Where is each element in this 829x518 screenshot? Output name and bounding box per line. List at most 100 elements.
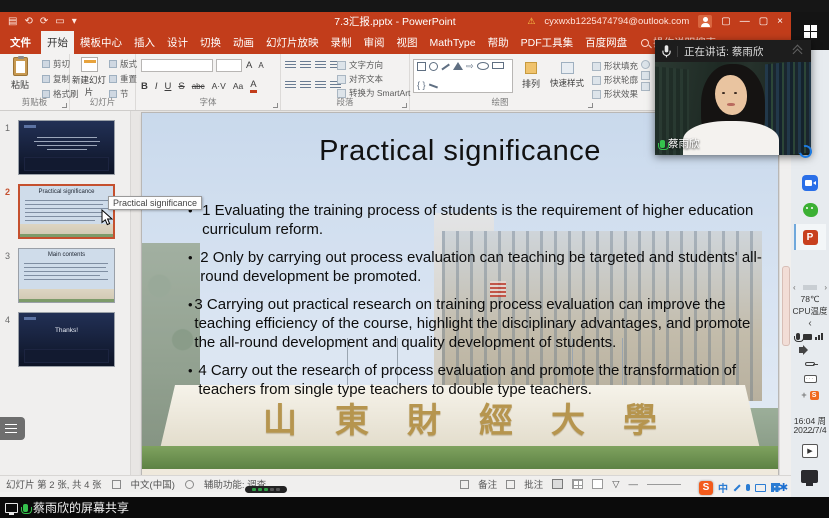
font-dialog-launcher[interactable]	[273, 103, 278, 108]
new-slide-button[interactable]: 新建幻灯片	[71, 57, 107, 98]
tab-baidu-netdisk[interactable]: 百度网盘	[579, 31, 633, 54]
zoom-out-button[interactable]: —	[629, 479, 639, 490]
minimize-button[interactable]: —	[740, 16, 750, 27]
account-avatar[interactable]	[698, 15, 712, 28]
scroll-right-icon[interactable]: ›	[824, 283, 827, 292]
undo-icon[interactable]: ⟲	[24, 17, 32, 27]
tab-slideshow[interactable]: 幻灯片放映	[260, 31, 325, 54]
select-icon[interactable]	[641, 82, 650, 91]
toolbox-icon[interactable]	[771, 483, 780, 492]
slide-canvas[interactable]: 山東財經大學 Practical significance •1 Evaluat…	[142, 113, 778, 477]
slideshow-view-button[interactable]: ▽	[612, 479, 619, 490]
bold-button[interactable]: B	[141, 81, 148, 92]
tray-signal-icon[interactable]	[815, 333, 824, 340]
slide-body-text[interactable]: •1 Evaluating the training process of st…	[188, 201, 766, 408]
webcam-video[interactable]: 蔡雨欣	[655, 62, 811, 155]
align-center-icon[interactable]	[300, 80, 311, 89]
tab-animations[interactable]: 动画	[227, 31, 260, 54]
tab-design[interactable]: 设计	[161, 31, 194, 54]
language-indicator[interactable]: 中文(中国)	[131, 477, 175, 491]
shape-brace-icon[interactable]: { }	[417, 81, 426, 90]
tab-review[interactable]: 审阅	[358, 31, 391, 54]
change-case-icon[interactable]: Aa	[233, 81, 243, 91]
numbering-icon[interactable]	[300, 60, 311, 69]
shape-triangle-icon[interactable]	[453, 62, 463, 70]
shape-arrow-icon[interactable]: ⇨	[466, 62, 474, 71]
tray-camera-icon[interactable]	[803, 334, 812, 340]
clipboard-dialog-launcher[interactable]	[62, 103, 67, 108]
vertical-scrollbar[interactable]	[779, 111, 791, 492]
slide-thumbnail-3[interactable]: Main contents	[18, 248, 115, 303]
tab-pdf-tools[interactable]: PDF工具集	[515, 31, 580, 54]
taskbar-corner-icon[interactable]: ✱	[779, 481, 788, 494]
slide-thumbnail-1[interactable]	[18, 120, 115, 175]
decrease-indent-icon[interactable]	[315, 60, 326, 69]
qat-dropdown-icon[interactable]: ▾	[72, 17, 77, 27]
display-tray-icon[interactable]	[801, 470, 818, 483]
meeting-sidebar-toggle[interactable]	[0, 417, 25, 440]
scrollbar-thumb[interactable]	[782, 266, 790, 346]
taskbar-wechat-app[interactable]	[794, 197, 826, 223]
italic-button[interactable]: I	[155, 81, 158, 92]
find-icon[interactable]	[641, 60, 650, 69]
taskbar-meeting-app[interactable]	[794, 170, 826, 196]
slide-thumbnail-4[interactable]: Thanks!	[18, 312, 115, 367]
comments-button[interactable]: 批注	[524, 477, 543, 491]
paragraph-dialog-launcher[interactable]	[402, 103, 407, 108]
tray-ime-icon[interactable]: ···	[804, 375, 817, 383]
paste-button[interactable]: 粘贴	[0, 57, 40, 91]
shape-effects-button[interactable]: 形状效果	[592, 88, 638, 100]
tab-transitions[interactable]: 切换	[194, 31, 227, 54]
soft-keyboard-icon[interactable]	[755, 484, 766, 492]
quick-styles-button[interactable]: 快速样式	[546, 62, 588, 89]
tab-mathtype[interactable]: MathType	[424, 31, 482, 54]
tray-sogou-icon[interactable]: S	[810, 391, 819, 400]
close-button[interactable]: ×	[777, 16, 783, 27]
character-spacing-icon[interactable]: A·V	[212, 81, 226, 91]
reading-view-button[interactable]	[592, 479, 603, 489]
drawing-dialog-launcher[interactable]	[588, 103, 593, 108]
maximize-button[interactable]: ▢	[759, 16, 768, 27]
shape-rect-icon[interactable]	[492, 62, 504, 69]
shapes-gallery[interactable]: ⇨ { }	[413, 59, 513, 93]
slide-sorter-view-button[interactable]	[572, 479, 583, 489]
taskbar-powerpoint-app[interactable]: P	[794, 224, 826, 250]
tab-file[interactable]: 文件	[0, 31, 41, 54]
notes-button[interactable]: 备注	[478, 477, 497, 491]
clear-format-icon[interactable]: abc	[192, 82, 205, 91]
replace-icon[interactable]	[641, 71, 650, 80]
save-icon[interactable]: ▤	[8, 17, 17, 27]
redo-icon[interactable]: ⟳	[40, 17, 48, 27]
text-direction-button[interactable]: 文字方向	[337, 59, 410, 71]
webcam-panel[interactable]: 正在讲话: 蔡雨欣 蔡雨欣	[655, 40, 811, 155]
tab-insert[interactable]: 插入	[128, 31, 161, 54]
arrange-button[interactable]: 排列	[518, 62, 544, 90]
scroll-left-icon[interactable]: ‹	[793, 283, 796, 292]
shape-circle-icon[interactable]	[429, 62, 438, 71]
shape-square-icon[interactable]	[417, 62, 426, 71]
tab-template-center[interactable]: 模板中心	[74, 31, 128, 54]
media-play-tray-icon[interactable]: ▶	[802, 444, 818, 458]
start-slideshow-icon[interactable]: ▭	[55, 17, 64, 27]
shape-oval-icon[interactable]	[477, 62, 489, 70]
tray-mic-icon[interactable]	[796, 333, 800, 340]
shape-line-icon[interactable]	[441, 64, 449, 70]
shape-fill-button[interactable]: 形状填充	[592, 60, 638, 72]
tray-key-icon[interactable]	[805, 362, 815, 366]
display-settings-icon[interactable]	[112, 480, 121, 489]
increase-font-icon[interactable]: A	[246, 60, 252, 71]
tray-collapse-icon[interactable]: ‹	[791, 318, 829, 329]
underline-button[interactable]: U	[165, 81, 172, 92]
collapse-panel-icon[interactable]	[794, 46, 804, 56]
tab-record[interactable]: 录制	[325, 31, 358, 54]
align-right-icon[interactable]	[315, 80, 326, 89]
tray-speaker-icon[interactable]	[799, 347, 804, 353]
sogou-logo-icon[interactable]: S	[699, 481, 713, 495]
taskbar-mini-scroll[interactable]: ‹ ›	[791, 283, 829, 292]
normal-view-button[interactable]	[552, 479, 563, 489]
voice-input-icon[interactable]	[746, 484, 750, 491]
align-left-icon[interactable]	[285, 80, 296, 89]
handwriting-icon[interactable]	[734, 484, 741, 491]
account-email[interactable]: cyxwxb1225474794@outlook.com	[544, 16, 689, 27]
layout-button[interactable]: 版式	[109, 58, 137, 70]
